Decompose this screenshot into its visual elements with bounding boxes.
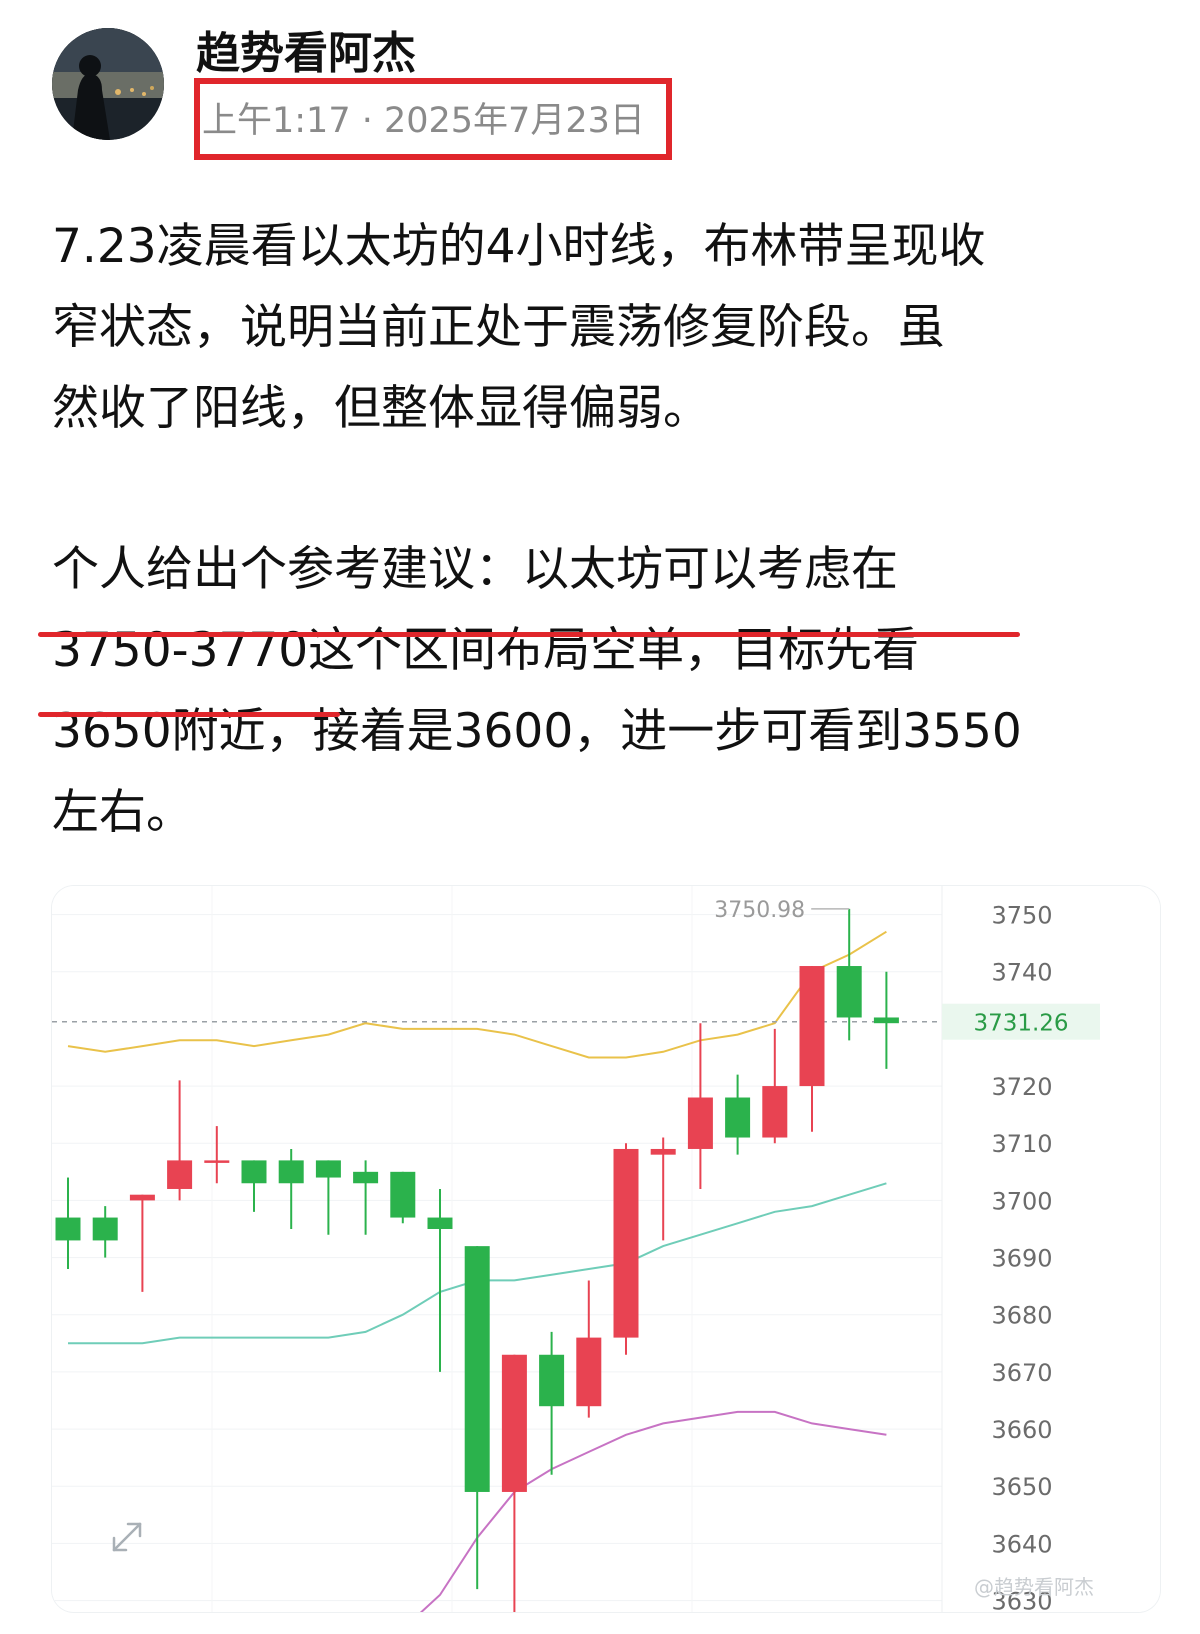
post-line: 个人给出个参考建议：以太坊可以考虑在 [52, 542, 898, 597]
author-avatar[interactable] [52, 28, 164, 140]
candle-body [129, 1194, 155, 1201]
candle-body [650, 1148, 676, 1155]
y-tick-label: 3640 [991, 1530, 1052, 1558]
y-tick-label: 3680 [991, 1302, 1052, 1330]
candle-body [725, 1097, 751, 1138]
candle-body [204, 1160, 230, 1163]
candle-body [799, 966, 825, 1087]
candle-body [390, 1171, 416, 1218]
y-tick-label: 3720 [991, 1073, 1052, 1101]
high-price-label: 3750.98 [714, 898, 805, 923]
candle-body [55, 1217, 81, 1241]
candlestick-chart: 3750 3740 3720 3710 3700 3690 3680 3670 3660 3650… [52, 886, 1160, 1612]
y-tick-label: 3650 [991, 1473, 1052, 1501]
post-paragraph-2: 个人给出个参考建议：以太坊可以考虑在 3750-3770这个区间布局空单，目标先… [52, 529, 1162, 853]
post-line: 3650附近，接着是3600，进一步可看到3550 [52, 704, 1022, 759]
post-paragraph-1: 7.23凌晨看以太坊的4小时线，布林带呈现收 窄状态，说明当前正处于震荡修复阶段… [52, 206, 1162, 449]
candle-body [427, 1217, 453, 1229]
post-line: 然收了阳线，但整体显得偏弱。 [52, 381, 710, 436]
candle-body [762, 1086, 788, 1138]
y-tick-label: 3750 [991, 902, 1052, 930]
post-line: 窄状态，说明当前正处于震荡修复阶段。虽 [52, 300, 945, 355]
candle-body [836, 966, 862, 1018]
post-line: 3750-3770这个区间布局空单，目标先看 [52, 623, 920, 678]
y-tick-label: 3740 [991, 959, 1052, 987]
candle-body [687, 1097, 713, 1149]
red-underline [38, 712, 340, 717]
y-tick-label: 3710 [991, 1130, 1052, 1158]
post-line: 左右。 [52, 785, 193, 840]
y-tick-label: 3700 [991, 1187, 1052, 1215]
candle-body [278, 1160, 304, 1184]
avatar-image [52, 28, 164, 140]
chart-image[interactable]: 3750 3740 3720 3710 3700 3690 3680 3670 3660 3650… [52, 886, 1160, 1612]
post-timestamp: 上午1:17 · 2025年7月23日 [202, 101, 645, 141]
candle-body [539, 1354, 565, 1407]
candle-body [613, 1148, 639, 1338]
candle-body [315, 1160, 341, 1178]
candle-body [501, 1354, 527, 1492]
candle-body [353, 1171, 379, 1184]
candle-body [576, 1337, 602, 1407]
red-underline [38, 632, 1020, 637]
candle-body [873, 1017, 899, 1024]
author-name[interactable]: 趋势看阿杰 [196, 26, 416, 82]
y-tick-label: 3660 [991, 1416, 1052, 1444]
last-price-label: 3731.26 [973, 1011, 1068, 1037]
watermark-text: @趋势看阿杰 [974, 1575, 1094, 1599]
candle-body [241, 1160, 267, 1184]
post-body: 7.23凌晨看以太坊的4小时线，布林带呈现收 窄状态，说明当前正处于震荡修复阶段… [52, 206, 1162, 853]
candle-body [464, 1246, 490, 1492]
post-line: 7.23凌晨看以太坊的4小时线，布林带呈现收 [52, 219, 986, 274]
y-tick-label: 3690 [991, 1245, 1052, 1273]
candle-body [92, 1217, 118, 1241]
candle-body [167, 1160, 193, 1189]
y-tick-label: 3670 [991, 1359, 1052, 1387]
